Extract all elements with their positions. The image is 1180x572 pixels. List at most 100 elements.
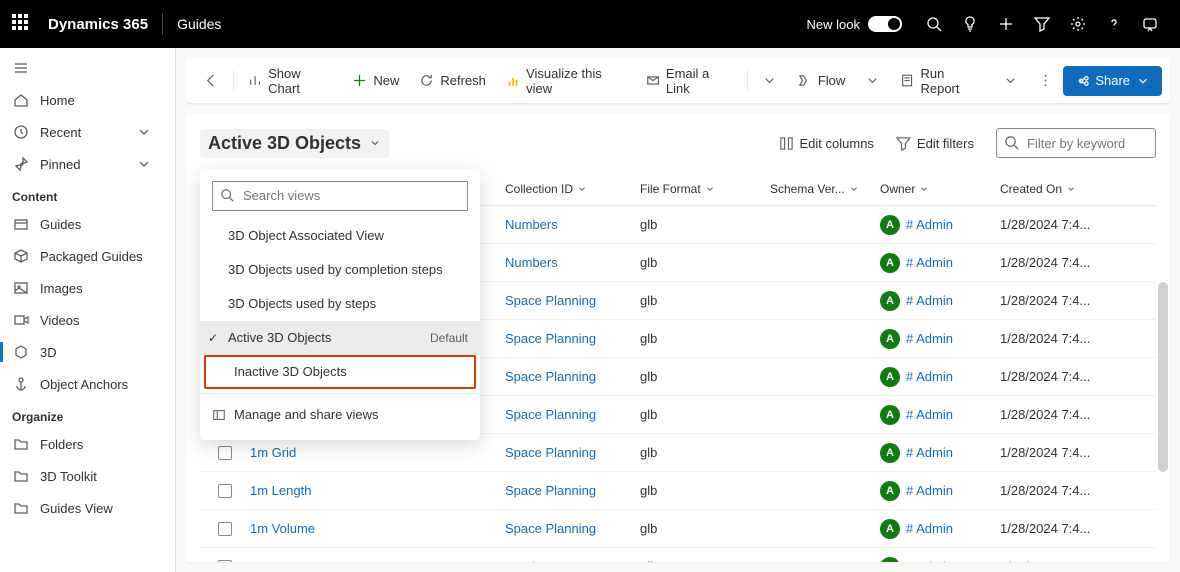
edit-filters-button[interactable]: Edit filters bbox=[896, 136, 974, 151]
sidebar-item-folders[interactable]: Folders bbox=[0, 428, 175, 460]
sidebar-item-anchors[interactable]: Object Anchors bbox=[0, 368, 175, 400]
collection-cell[interactable]: Space Planning bbox=[505, 369, 596, 384]
sidebar-item-packaged[interactable]: Packaged Guides bbox=[0, 240, 175, 272]
owner-cell[interactable]: A# Admin bbox=[880, 215, 1000, 235]
created-cell: 1/28/2024 7:4... bbox=[1000, 445, 1095, 460]
name-cell[interactable]: 1m Volume bbox=[250, 521, 315, 536]
collection-cell[interactable]: Space Planning bbox=[505, 331, 596, 346]
row-checkbox[interactable] bbox=[218, 484, 232, 498]
collection-cell[interactable]: Numbers bbox=[505, 559, 558, 562]
owner-cell[interactable]: A# Admin bbox=[880, 519, 1000, 539]
format-cell: glb bbox=[640, 407, 770, 422]
col-owner[interactable]: Owner bbox=[880, 182, 1000, 196]
col-format[interactable]: File Format bbox=[640, 182, 770, 196]
overflow-button[interactable] bbox=[1028, 65, 1063, 97]
sidebar-item-videos[interactable]: Videos bbox=[0, 304, 175, 336]
collection-cell[interactable]: Space Planning bbox=[505, 521, 596, 536]
assistant-icon[interactable] bbox=[1132, 0, 1168, 48]
owner-cell[interactable]: A# Admin bbox=[880, 557, 1000, 563]
view-option[interactable]: 3D Objects used by steps bbox=[200, 287, 480, 321]
manage-views-button[interactable]: Manage and share views bbox=[200, 398, 480, 432]
table-row[interactable]: 1m Grid Space Planning glb A# Admin 1/28… bbox=[200, 434, 1156, 472]
col-created[interactable]: Created On bbox=[1000, 182, 1095, 196]
sidebar-item-3d[interactable]: 3D bbox=[0, 336, 175, 368]
table-row[interactable]: 1m Volume Space Planning glb A# Admin 1/… bbox=[200, 510, 1156, 548]
command-bar: Show Chart New Refresh Visualize this vi… bbox=[186, 58, 1170, 104]
collection-cell[interactable]: Numbers bbox=[505, 217, 558, 232]
new-look-toggle[interactable]: New look bbox=[807, 16, 902, 32]
view-option[interactable]: 3D Object Associated View bbox=[200, 219, 480, 253]
new-button[interactable]: New bbox=[342, 65, 409, 97]
collection-cell[interactable]: Space Planning bbox=[505, 483, 596, 498]
table-row[interactable]: 2 Numbers glb A# Admin 1/28/2024 7:4... bbox=[200, 548, 1156, 562]
owner-cell[interactable]: A# Admin bbox=[880, 291, 1000, 311]
search-views-input[interactable] bbox=[212, 181, 468, 211]
sidebar-item-toolkit[interactable]: 3D Toolkit bbox=[0, 460, 175, 492]
report-more[interactable] bbox=[993, 65, 1028, 97]
sidebar-item-home[interactable]: Home bbox=[0, 84, 175, 116]
format-cell: glb bbox=[640, 293, 770, 308]
menu-toggle[interactable] bbox=[0, 52, 175, 84]
email-link-button[interactable]: Email a Link bbox=[636, 65, 743, 97]
collection-cell[interactable]: Space Planning bbox=[505, 407, 596, 422]
sidebar-item-guides-view[interactable]: Guides View bbox=[0, 492, 175, 524]
help-icon[interactable] bbox=[1096, 0, 1132, 48]
sidebar-item-guides[interactable]: Guides bbox=[0, 208, 175, 240]
view-option-inactive[interactable]: Inactive 3D Objects bbox=[204, 355, 476, 389]
avatar: A bbox=[880, 291, 900, 311]
search-icon[interactable] bbox=[916, 0, 952, 48]
row-checkbox[interactable] bbox=[218, 560, 232, 563]
view-option[interactable]: 3D Objects used by completion steps bbox=[200, 253, 480, 287]
flow-more[interactable] bbox=[855, 65, 890, 97]
global-header: Dynamics 365 Guides New look bbox=[0, 0, 1180, 48]
table-row[interactable]: 1m Length Space Planning glb A# Admin 1/… bbox=[200, 472, 1156, 510]
lightbulb-icon[interactable] bbox=[952, 0, 988, 48]
sidebar-section-organize: Organize bbox=[0, 400, 175, 428]
back-button[interactable] bbox=[194, 65, 229, 97]
row-checkbox[interactable] bbox=[218, 522, 232, 536]
filter-icon[interactable] bbox=[1024, 0, 1060, 48]
gear-icon[interactable] bbox=[1060, 0, 1096, 48]
email-link-more[interactable] bbox=[752, 65, 787, 97]
chevron-down-icon bbox=[135, 123, 153, 141]
sidebar-item-images[interactable]: Images bbox=[0, 272, 175, 304]
check-icon: ✓ bbox=[208, 331, 218, 345]
owner-cell[interactable]: A# Admin bbox=[880, 481, 1000, 501]
col-collection[interactable]: Collection ID bbox=[505, 182, 640, 196]
format-cell: glb bbox=[640, 369, 770, 384]
row-checkbox[interactable] bbox=[218, 446, 232, 460]
sidebar-item-pinned[interactable]: Pinned bbox=[0, 148, 175, 180]
collection-cell[interactable]: Space Planning bbox=[505, 293, 596, 308]
share-button[interactable]: Share bbox=[1063, 66, 1162, 96]
collection-cell[interactable]: Numbers bbox=[505, 255, 558, 270]
owner-cell[interactable]: A# Admin bbox=[880, 443, 1000, 463]
avatar: A bbox=[880, 367, 900, 387]
app-name[interactable]: Guides bbox=[177, 16, 221, 32]
owner-cell[interactable]: A# Admin bbox=[880, 405, 1000, 425]
app-launcher-icon[interactable] bbox=[12, 14, 32, 34]
scrollbar[interactable] bbox=[1158, 282, 1168, 472]
filter-keyword-input[interactable] bbox=[996, 128, 1156, 158]
name-cell[interactable]: 2 bbox=[250, 559, 257, 562]
show-chart-button[interactable]: Show Chart bbox=[238, 65, 342, 97]
edit-columns-button[interactable]: Edit columns bbox=[779, 136, 874, 151]
view-selector[interactable]: Active 3D Objects bbox=[200, 129, 389, 158]
name-cell[interactable]: 1m Length bbox=[250, 483, 311, 498]
chevron-down-icon bbox=[135, 155, 153, 173]
owner-cell[interactable]: A# Admin bbox=[880, 367, 1000, 387]
add-icon[interactable] bbox=[988, 0, 1024, 48]
owner-cell[interactable]: A# Admin bbox=[880, 329, 1000, 349]
sidebar: Home Recent Pinned Content Guides Packag… bbox=[0, 48, 176, 572]
name-cell[interactable]: 1m Grid bbox=[250, 445, 296, 460]
owner-cell[interactable]: A# Admin bbox=[880, 253, 1000, 273]
refresh-button[interactable]: Refresh bbox=[409, 65, 496, 97]
toggle-switch[interactable] bbox=[868, 16, 902, 32]
collection-cell[interactable]: Space Planning bbox=[505, 445, 596, 460]
visualize-button[interactable]: Visualize this view bbox=[496, 65, 636, 97]
view-option-active[interactable]: ✓Active 3D ObjectsDefault bbox=[200, 321, 480, 355]
created-cell: 1/28/2024 7:4... bbox=[1000, 559, 1095, 562]
sidebar-item-recent[interactable]: Recent bbox=[0, 116, 175, 148]
flow-button[interactable]: Flow bbox=[787, 65, 855, 97]
col-schema[interactable]: Schema Ver... bbox=[770, 182, 880, 196]
run-report-button[interactable]: Run Report bbox=[890, 65, 993, 97]
